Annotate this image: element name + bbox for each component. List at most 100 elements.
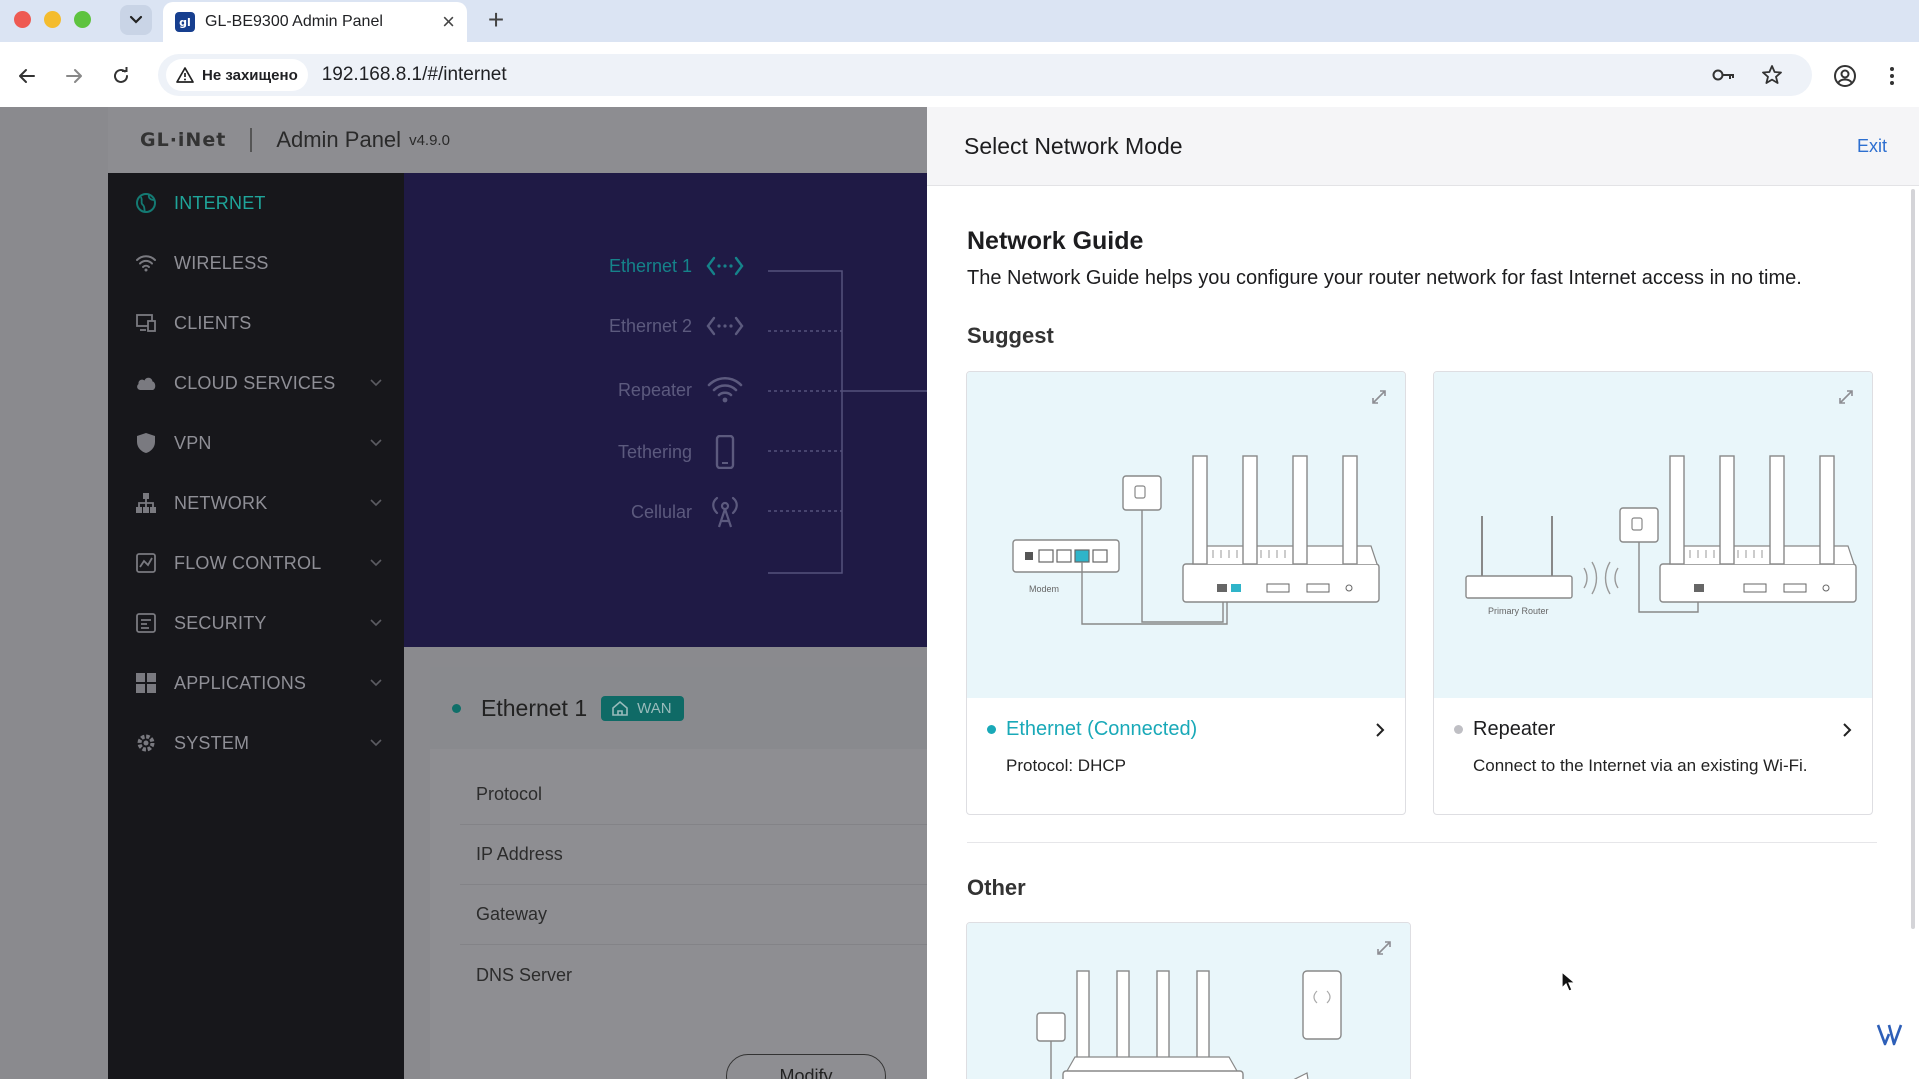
tab-title: GL-BE9300 Admin Panel xyxy=(205,13,383,30)
select-network-mode-drawer: Select Network Mode Exit Network Guide T… xyxy=(927,107,1919,1079)
window-maximize-button[interactable] xyxy=(74,11,91,28)
mode-card-other[interactable] xyxy=(966,922,1411,1079)
mode-name-row: Repeater xyxy=(1454,718,1852,741)
sidebar-item-wireless[interactable]: WIRELESS xyxy=(108,233,404,293)
protocol-row: Protocol xyxy=(460,765,927,825)
sidebar-item-label: VPN xyxy=(174,432,212,453)
sidebar-item-clients[interactable]: CLIENTS xyxy=(108,293,404,353)
tab-search-button[interactable] xyxy=(120,5,152,35)
modify-button[interactable]: Modify xyxy=(726,1054,886,1079)
app-header: GL·iNet Admin Panel v4.9.0 xyxy=(108,107,927,173)
ethernet-icon xyxy=(706,256,744,276)
sidebar-item-internet[interactable]: INTERNET xyxy=(108,173,404,233)
back-button[interactable] xyxy=(9,58,45,94)
reload-icon xyxy=(114,67,128,83)
chevron-right-icon xyxy=(1376,722,1385,737)
address-bar[interactable]: Не захищено 192.168.8.1/#/internet xyxy=(158,54,1812,96)
connected-status-dot xyxy=(987,725,996,734)
wan-badge: WAN xyxy=(601,695,684,721)
wifi-icon xyxy=(707,376,743,403)
chevron-down-icon xyxy=(370,439,382,447)
cellular-tower-icon xyxy=(712,496,738,528)
gear-icon xyxy=(134,731,158,755)
repeater-illustration: Primary Router xyxy=(1434,372,1872,698)
browser-tab-bar: gl GL-BE9300 Admin Panel × + xyxy=(0,0,1919,42)
topology-label: Ethernet 2 xyxy=(608,315,692,336)
ethernet-panel: Ethernet 1 WAN Protocol IP Address Gatew… xyxy=(404,647,927,1079)
ethernet-icon xyxy=(706,316,744,336)
password-key-button[interactable] xyxy=(1712,54,1736,96)
sidebar-item-flow-control[interactable]: FLOW CONTROL xyxy=(108,533,404,593)
new-tab-button[interactable]: + xyxy=(481,4,511,36)
mode-name-repeater: Repeater xyxy=(1473,718,1556,740)
topology-label: Repeater xyxy=(617,379,692,400)
exit-button[interactable]: Exit xyxy=(1857,136,1887,157)
wifi-icon xyxy=(134,251,158,275)
network-guide-description: The Network Guide helps you configure yo… xyxy=(967,267,1802,289)
topology-ethernet-1[interactable]: Ethernet 1 xyxy=(404,255,744,277)
browser-toolbar: Не захищено 192.168.8.1/#/internet xyxy=(0,42,1919,107)
wan-badge-label: WAN xyxy=(637,699,672,717)
ethernet-1-header: Ethernet 1 WAN xyxy=(430,667,927,749)
topology-tethering[interactable]: Tethering xyxy=(404,435,744,469)
browser-tab-admin-panel[interactable]: gl GL-BE9300 Admin Panel × xyxy=(163,2,467,42)
ethernet-1-card: Ethernet 1 WAN Protocol IP Address Gatew… xyxy=(430,667,927,1079)
globe-icon xyxy=(134,191,158,215)
url-text[interactable]: 192.168.8.1/#/internet xyxy=(322,64,507,86)
sidebar-item-security[interactable]: SECURITY xyxy=(108,593,404,653)
network-guide-title: Network Guide xyxy=(967,227,1144,255)
devices-icon xyxy=(134,311,158,335)
sidebar-item-label: INTERNET xyxy=(174,192,266,213)
cloud-icon xyxy=(134,371,158,395)
sidebar-item-applications[interactable]: APPLICATIONS xyxy=(108,653,404,713)
sidebar-item-cloud-services[interactable]: CLOUD SERVICES xyxy=(108,353,404,413)
bookmark-button[interactable] xyxy=(1761,54,1783,96)
topology-lines xyxy=(768,270,927,574)
idle-status-dot xyxy=(1454,725,1463,734)
security-indicator[interactable]: Не захищено xyxy=(166,59,308,91)
topology-label: Cellular xyxy=(630,501,692,522)
star-icon xyxy=(1762,65,1782,84)
modem-label: Modem xyxy=(1029,584,1059,594)
primary-router-label: Primary Router xyxy=(1488,606,1549,616)
gateway-row: Gateway xyxy=(460,885,927,945)
drawer-title: Select Network Mode xyxy=(964,133,1183,159)
sidebar-item-network[interactable]: NETWORK xyxy=(108,473,404,533)
shield-icon xyxy=(134,431,158,455)
status-dot xyxy=(452,703,461,713)
topology-cellular[interactable]: Cellular xyxy=(404,495,744,529)
drawer-scrollbar[interactable] xyxy=(1911,189,1915,929)
window-minimize-button[interactable] xyxy=(44,11,61,28)
mode-name-ethernet: Ethernet (Connected) xyxy=(1006,718,1198,740)
window-close-button[interactable] xyxy=(14,11,31,28)
forward-button[interactable] xyxy=(56,58,92,94)
admin-app-background: GL·iNet Admin Panel v4.9.0 INTERNET WIRE… xyxy=(0,107,927,1079)
mouse-cursor-icon xyxy=(1561,971,1577,992)
chevron-down-icon xyxy=(370,739,382,747)
topology-repeater[interactable]: Repeater xyxy=(404,375,744,405)
key-icon xyxy=(1712,69,1734,81)
firmware-version: v4.9.0 xyxy=(409,131,450,149)
section-divider xyxy=(967,842,1877,843)
ethernet-illustration: Modem xyxy=(967,372,1405,698)
tab-close-icon[interactable]: × xyxy=(442,11,455,33)
browser-menu-button[interactable] xyxy=(1874,58,1910,94)
topology-ethernet-2[interactable]: Ethernet 2 xyxy=(404,315,744,337)
sidebar-item-system[interactable]: SYSTEM xyxy=(108,713,404,773)
security-icon xyxy=(134,611,158,635)
chevron-down-icon xyxy=(370,679,382,687)
reload-button[interactable] xyxy=(103,58,139,94)
mode-sub-ethernet: Protocol: DHCP xyxy=(1006,756,1126,775)
flow-icon xyxy=(134,551,158,575)
sidebar-item-label: APPLICATIONS xyxy=(174,672,307,693)
ip-address-row: IP Address xyxy=(460,825,927,885)
sidebar-item-vpn[interactable]: VPN xyxy=(108,413,404,473)
mode-card-repeater[interactable]: Primary Router Repeater Connect to the I… xyxy=(1433,371,1873,815)
other-diagram xyxy=(1036,970,1342,1079)
mode-card-ethernet[interactable]: Modem Ethernet (Connected) Protocol: DHC… xyxy=(966,371,1406,815)
kebab-menu-icon xyxy=(1890,67,1894,85)
chevron-down-icon xyxy=(370,559,382,567)
admin-panel-title: Admin Panel xyxy=(276,127,402,152)
profile-button[interactable] xyxy=(1827,58,1863,94)
other-illustration xyxy=(967,923,1410,1079)
